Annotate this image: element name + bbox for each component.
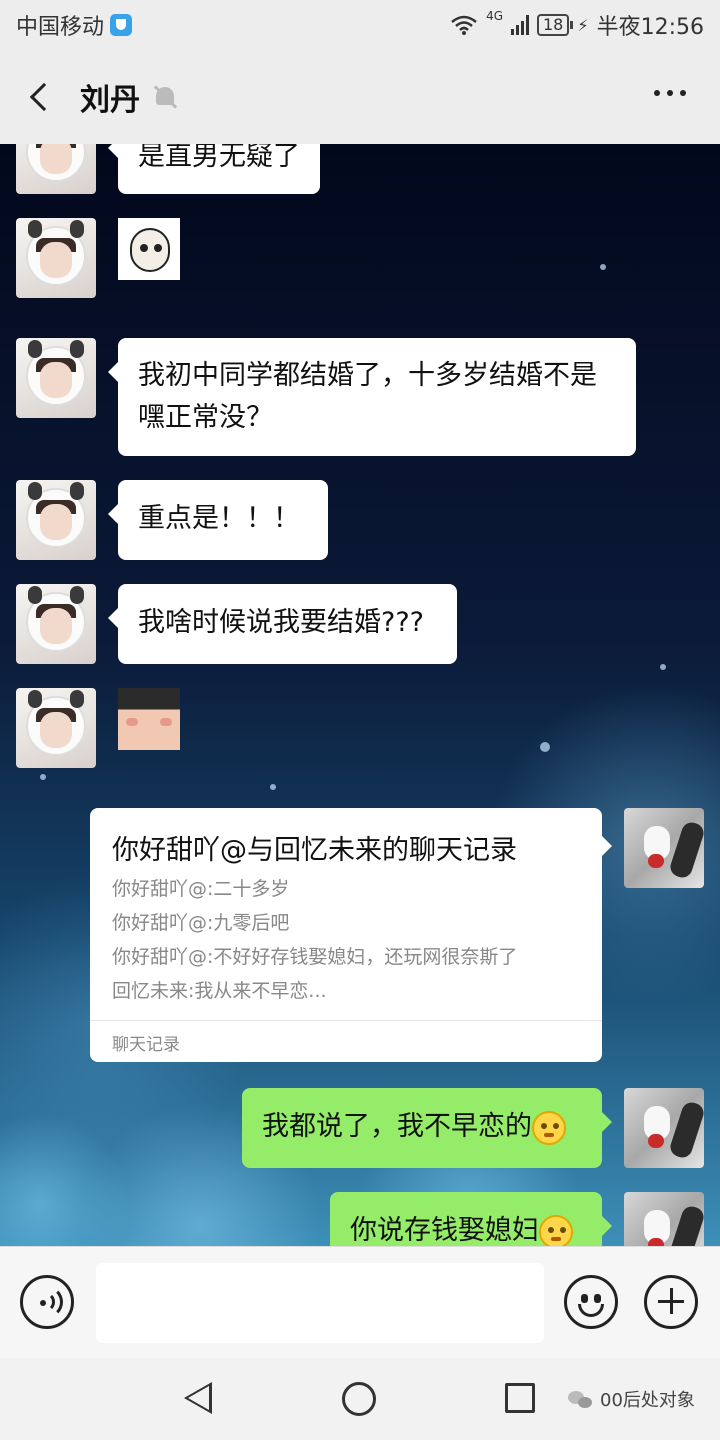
more-options-button[interactable] bbox=[654, 90, 686, 96]
chat-title: 刘丹 bbox=[80, 83, 140, 118]
status-right: 4G 18 ⚡ 半夜12:56 bbox=[450, 9, 704, 41]
chat-record-line: 你好甜吖@:不好好存钱娶媳妇，还玩网很奈斯了 bbox=[112, 946, 518, 968]
chat-message-list[interactable]: 是直男无疑了 我初中同学都结婚了，十多岁结婚不是 嘿正常没？ 重点是！！！ 我啥… bbox=[0, 144, 720, 1246]
background-sparkle bbox=[40, 774, 46, 780]
watermark: 00后处对象 bbox=[568, 1386, 695, 1412]
message-text-line: 我初中同学都结婚了，十多岁结婚不是 bbox=[138, 360, 597, 391]
contact-avatar[interactable] bbox=[16, 218, 96, 298]
bell-muted-icon bbox=[152, 84, 178, 110]
emoji-icon bbox=[581, 1294, 588, 1303]
back-button[interactable] bbox=[0, 50, 80, 144]
my-avatar[interactable] bbox=[624, 1192, 704, 1246]
status-left: 中国移动 bbox=[16, 9, 133, 41]
watermark-text: 00后处对象 bbox=[600, 1390, 695, 1411]
background-sparkle bbox=[270, 784, 276, 790]
contact-avatar[interactable] bbox=[16, 144, 96, 194]
signal-icon bbox=[511, 15, 529, 35]
input-bar bbox=[0, 1246, 720, 1358]
contact-avatar[interactable] bbox=[16, 584, 96, 664]
smirk-emoji-icon bbox=[539, 1214, 573, 1246]
message-text: 我啥时候说我要结婚??? bbox=[138, 607, 424, 638]
message-input[interactable] bbox=[96, 1263, 544, 1343]
more-functions-button[interactable] bbox=[644, 1275, 698, 1329]
message-bubble-incoming[interactable]: 我啥时候说我要结婚??? bbox=[108, 584, 457, 664]
chat-header: 刘丹 bbox=[0, 50, 720, 144]
message-text-line: 嘿正常没？ bbox=[138, 402, 273, 433]
divider bbox=[90, 1020, 602, 1021]
clock: 半夜12:56 bbox=[596, 15, 704, 40]
chat-record-line: 你好甜吖@:九零后吧 bbox=[112, 912, 290, 934]
message-bubble-incoming[interactable]: 是直男无疑了 bbox=[108, 144, 320, 194]
message-text: 重点是！！！ bbox=[138, 503, 300, 534]
message-text: 是直男无疑了 bbox=[138, 144, 300, 172]
carrier-label: 中国移动 bbox=[16, 15, 105, 40]
message-bubble-incoming[interactable]: 重点是！！！ bbox=[108, 480, 328, 560]
background-sparkle bbox=[540, 742, 550, 752]
contact-avatar[interactable] bbox=[16, 688, 96, 768]
message-text: 我都说了，我不早恋的 bbox=[262, 1111, 532, 1142]
message-bubble-incoming[interactable]: 我初中同学都结婚了，十多岁结婚不是 嘿正常没？ bbox=[108, 338, 636, 456]
voice-button[interactable] bbox=[20, 1275, 74, 1329]
status-bar: 中国移动 4G 18 ⚡ 半夜12:56 bbox=[0, 0, 720, 50]
chat-record-line: 你好甜吖@:二十多岁 bbox=[112, 878, 290, 900]
nav-recents-button[interactable] bbox=[505, 1383, 535, 1413]
message-text: 你说存钱娶媳妇 bbox=[350, 1215, 539, 1246]
background-sparkle bbox=[660, 664, 666, 670]
contact-avatar[interactable] bbox=[16, 480, 96, 560]
my-avatar[interactable] bbox=[624, 808, 704, 888]
smirk-emoji-icon bbox=[532, 1110, 566, 1145]
contact-avatar[interactable] bbox=[16, 338, 96, 418]
chevron-left-icon bbox=[29, 82, 59, 112]
chat-record-title: 你好甜吖@与回忆未来的聊天记录 bbox=[112, 835, 517, 866]
background-sparkle bbox=[600, 264, 606, 270]
panda-face-sticker[interactable] bbox=[118, 218, 180, 280]
emoji-button[interactable] bbox=[564, 1275, 618, 1329]
battery-indicator: 18 bbox=[537, 14, 574, 36]
charging-icon: ⚡ bbox=[577, 15, 589, 35]
message-bubble-outgoing[interactable]: 我都说了，我不早恋的 bbox=[242, 1088, 612, 1168]
chat-record-line: 回忆未来:我从来不早恋... bbox=[112, 980, 327, 1002]
network-type: 4G bbox=[486, 9, 503, 23]
nav-home-button[interactable] bbox=[342, 1382, 376, 1416]
wechat-logo-icon bbox=[568, 1389, 594, 1409]
system-nav-bar: 00后处对象 bbox=[0, 1358, 720, 1440]
my-avatar[interactable] bbox=[624, 1088, 704, 1168]
wifi-icon bbox=[451, 15, 477, 35]
message-bubble-outgoing[interactable]: 你说存钱娶媳妇 bbox=[330, 1192, 612, 1246]
chat-record-card[interactable]: 你好甜吖@与回忆未来的聊天记录 你好甜吖@:二十多岁 你好甜吖@:九零后吧 你好… bbox=[90, 808, 612, 1062]
security-shield-icon bbox=[110, 14, 133, 36]
crying-kid-sticker[interactable] bbox=[118, 688, 180, 750]
nav-back-button[interactable] bbox=[184, 1382, 212, 1414]
chat-record-label: 聊天记录 bbox=[112, 1035, 180, 1055]
